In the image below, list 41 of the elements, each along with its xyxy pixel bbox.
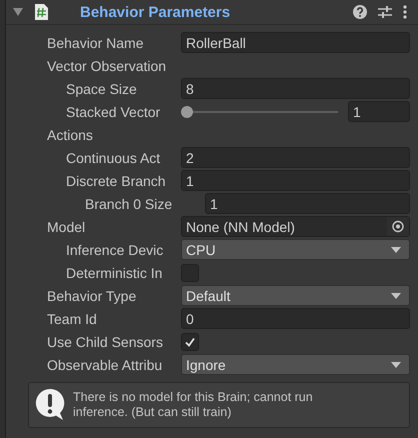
caret-icon	[391, 362, 401, 368]
checkmark-icon	[184, 336, 196, 348]
text-field[interactable]: 0	[181, 308, 410, 329]
field-label: Vector Observation	[47, 58, 168, 74]
field-label: Continuous Act	[66, 150, 162, 166]
dropdown[interactable]: Default	[181, 285, 410, 306]
component-title: Behavior Parameters	[80, 4, 232, 20]
help-icon[interactable]	[353, 5, 367, 19]
field-label: Model	[47, 218, 86, 234]
field-label: Behavior Name	[47, 34, 144, 50]
dropdown[interactable]: CPU	[181, 239, 410, 260]
dropdown[interactable]: Ignore	[181, 354, 410, 375]
foldout-arrow-icon[interactable]	[13, 8, 23, 16]
field-label: Inference Devic	[66, 242, 164, 258]
field-label: Stacked Vector	[66, 104, 162, 120]
caret-icon	[391, 292, 401, 298]
field-label: Space Size	[66, 80, 138, 96]
text-field[interactable]: RollerBall	[181, 32, 410, 53]
number-field[interactable]: 1	[348, 101, 410, 122]
field-label: Observable Attribu	[47, 356, 164, 372]
object-field[interactable]: None (NN Model)	[181, 216, 410, 237]
warning-icon	[35, 388, 65, 422]
help-message: There is no model for this Brain; cannot run inference. (But can still train)	[73, 390, 314, 420]
more-options-icon[interactable]	[403, 5, 407, 19]
checkbox[interactable]	[181, 332, 199, 350]
field-label: Team Id	[47, 310, 98, 326]
caret-icon	[391, 246, 401, 252]
script-icon	[35, 4, 48, 20]
field-label: Actions	[47, 126, 94, 142]
text-field[interactable]: 1	[205, 193, 410, 214]
field-label: Deterministic In	[66, 264, 164, 280]
text-field[interactable]: 8	[181, 78, 410, 99]
field-label: Use Child Sensors	[47, 334, 164, 350]
target-icon[interactable]	[387, 217, 409, 236]
text-field[interactable]: 1	[181, 170, 410, 191]
slider-thumb[interactable]	[181, 106, 193, 118]
text-field[interactable]: 2	[181, 147, 410, 168]
field-label: Branch 0 Size	[85, 196, 174, 212]
field-label: Discrete Branch	[66, 172, 167, 188]
field-label: Behavior Type	[47, 288, 138, 304]
sliders-icon[interactable]	[378, 5, 392, 19]
